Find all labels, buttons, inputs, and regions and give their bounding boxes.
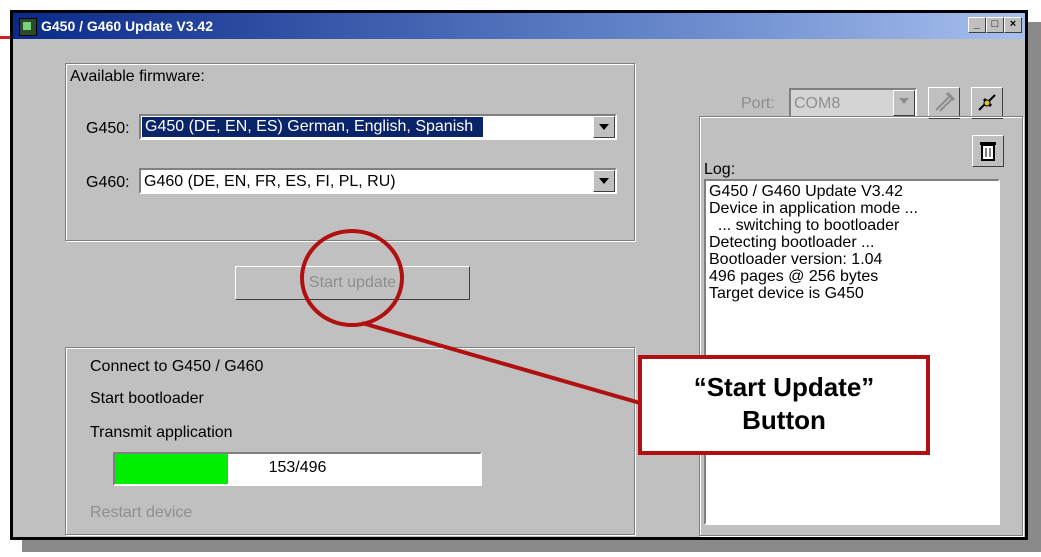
highlight-circle xyxy=(300,229,404,327)
callout-line1: “Start Update” xyxy=(693,372,875,402)
callout-line xyxy=(361,321,641,405)
callout-box: “Start Update” Button xyxy=(638,355,930,455)
annotation-overlay xyxy=(300,229,641,405)
callout-line2: Button xyxy=(742,405,826,435)
